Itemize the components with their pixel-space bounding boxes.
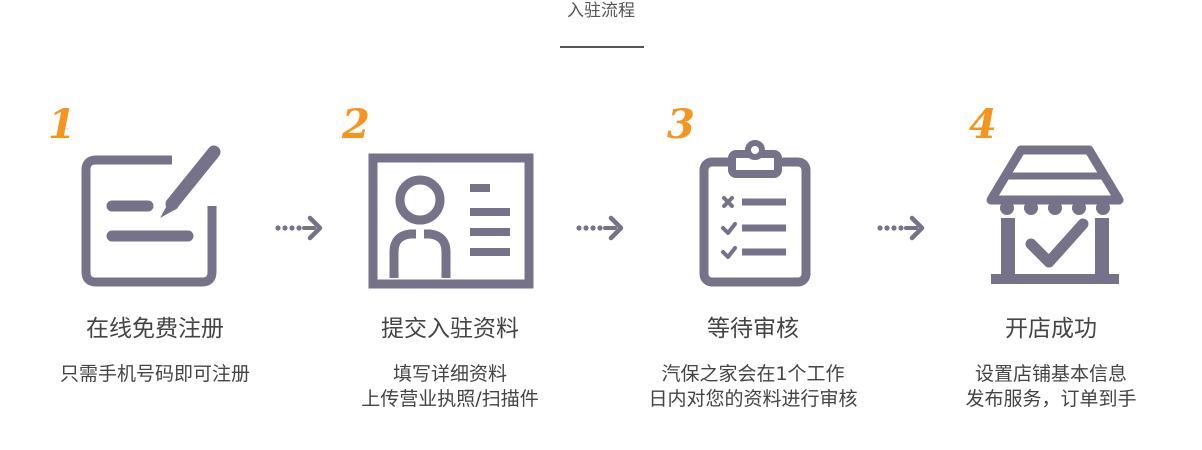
registration-form-icon xyxy=(80,140,230,294)
clipboard-checklist-icon xyxy=(698,140,814,294)
storefront-check-icon xyxy=(985,140,1125,294)
step-store-opened: 4 开店成功 设置店铺基本信息 发布服务，订单到手 xyxy=(905,100,1202,420)
step-title: 开店成功 xyxy=(1005,316,1097,342)
title-underline xyxy=(560,46,644,48)
step-title: 等待审核 xyxy=(707,316,799,342)
step-title: 提交入驻资料 xyxy=(381,316,519,342)
step-title: 在线免费注册 xyxy=(86,316,224,342)
id-card-icon xyxy=(368,140,534,294)
step-submit-documents: 2 提交入驻资料 填写详细资料 上传营业执照/扫描件 xyxy=(300,100,600,420)
step-description: 汽保之家会在1个工作 日内对您的资料进行审核 xyxy=(648,363,858,410)
step-await-review: 3 等待审核 汽保之家会在1个工作 日内对您的资料进行审核 xyxy=(603,100,903,420)
step-description: 只需手机号码即可注册 xyxy=(59,363,250,385)
step-description: 填写详细资料 上传营业执照/扫描件 xyxy=(361,363,539,410)
onboarding-process: 入驻流程 1 在线免费注册 只需手机号码即可注册 2 提交入驻资料 填写详细资料… xyxy=(0,0,1202,450)
step-register: 1 在线免费注册 只需手机号码即可注册 xyxy=(0,100,300,420)
step-description: 设置店铺基本信息 发布服务，订单到手 xyxy=(965,363,1137,410)
section-title: 入驻流程 xyxy=(567,1,635,21)
